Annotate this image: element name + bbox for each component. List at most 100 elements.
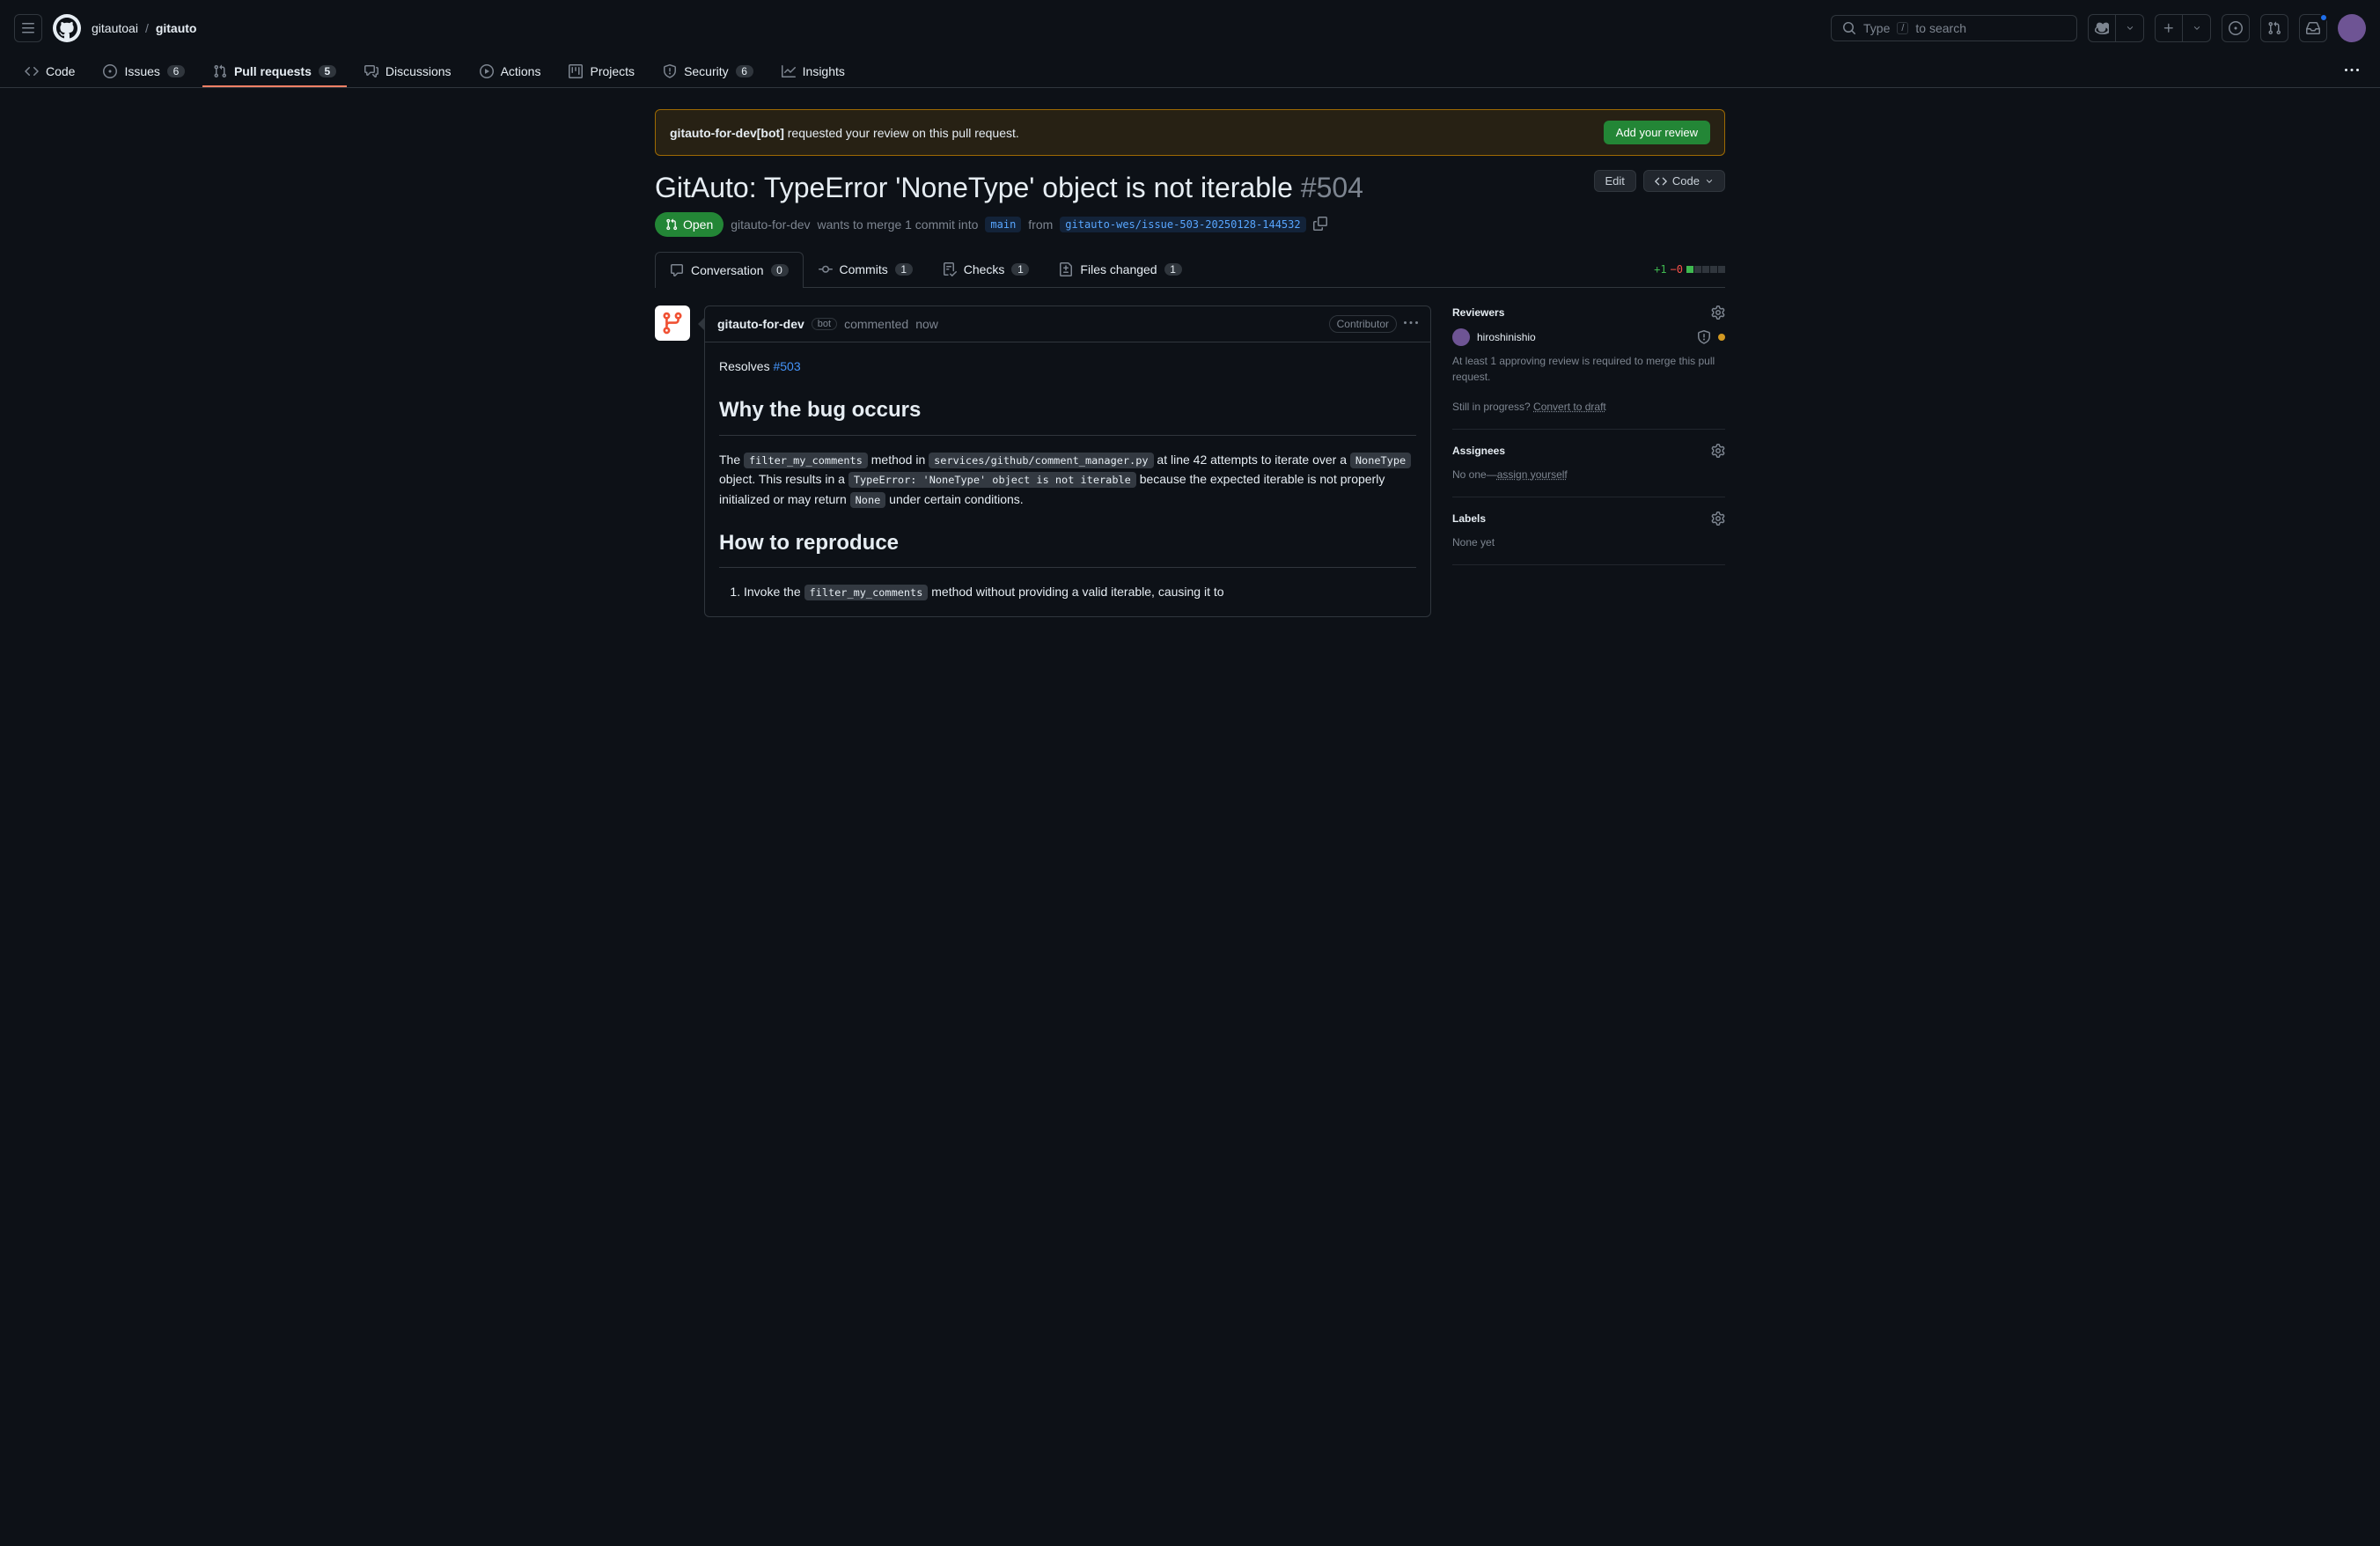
tab-insights[interactable]: Insights <box>771 57 856 87</box>
tab-pulls[interactable]: Pull requests 5 <box>202 57 347 87</box>
tab-discussions[interactable]: Discussions <box>354 57 462 87</box>
copy-icon[interactable] <box>1313 217 1327 233</box>
github-logo[interactable] <box>53 14 81 42</box>
add-review-button[interactable]: Add your review <box>1604 121 1710 144</box>
reviewer-name[interactable]: hiroshinishio <box>1477 331 1690 343</box>
pulls-button[interactable] <box>2260 14 2288 42</box>
comment-icon <box>670 263 684 277</box>
shield-icon[interactable] <box>1697 330 1711 344</box>
state-badge: Open <box>655 212 724 237</box>
base-branch[interactable]: main <box>985 217 1021 232</box>
edit-button[interactable]: Edit <box>1594 170 1636 192</box>
paragraph-why: The filter_my_comments method in service… <box>719 450 1416 509</box>
pr-number: #504 <box>1301 172 1363 203</box>
reviewers-head[interactable]: Reviewers <box>1452 306 1725 320</box>
issues-button[interactable] <box>2222 14 2250 42</box>
assignees-head[interactable]: Assignees <box>1452 444 1725 458</box>
tab-code[interactable]: Code <box>14 57 85 87</box>
create-dropdown[interactable] <box>2183 14 2211 42</box>
pr-author[interactable]: gitauto-for-dev <box>731 217 810 232</box>
search-placeholder-1: Type <box>1863 21 1890 35</box>
issues-count: 6 <box>167 65 185 77</box>
copilot-dropdown[interactable] <box>2116 14 2144 42</box>
tab-files[interactable]: Files changed 1 <box>1044 251 1196 287</box>
hamburger-menu[interactable] <box>14 14 42 42</box>
issue-icon <box>103 64 117 78</box>
user-avatar[interactable] <box>2338 14 2366 42</box>
gear-icon <box>1711 512 1725 526</box>
reviewer-row: hiroshinishio <box>1452 328 1725 346</box>
kebab-icon <box>1404 316 1418 330</box>
breadcrumb: gitautoai / gitauto <box>92 21 196 35</box>
pr-icon <box>213 64 227 78</box>
chevron-down-icon <box>2193 24 2201 33</box>
issue-icon <box>2229 21 2243 35</box>
repo-nav: Code Issues 6 Pull requests 5 Discussion… <box>0 56 2380 88</box>
play-icon <box>480 64 494 78</box>
labels-none: None yet <box>1452 534 1725 550</box>
tab-issues[interactable]: Issues 6 <box>92 57 195 87</box>
nav-overflow[interactable] <box>2338 56 2366 87</box>
assign-yourself-link[interactable]: assign yourself <box>1497 468 1568 481</box>
banner-msg: requested your review on this pull reque… <box>784 126 1019 140</box>
heading-how: How to reproduce <box>719 526 1416 568</box>
convert-draft-link[interactable]: Convert to draft <box>1533 401 1606 413</box>
kebab-icon <box>2345 63 2359 77</box>
notifications-button[interactable] <box>2299 14 2327 42</box>
labels-head[interactable]: Labels <box>1452 512 1725 526</box>
gear-icon <box>1711 306 1725 320</box>
code-icon <box>1655 175 1667 188</box>
comment-box: gitauto-for-dev bot commented now Contri… <box>704 306 1431 617</box>
assignees-none: No one—assign yourself <box>1452 467 1725 482</box>
discussion-icon <box>364 64 378 78</box>
diff-bar <box>1686 266 1725 273</box>
copilot-button[interactable] <box>2088 14 2116 42</box>
gear-icon <box>1711 444 1725 458</box>
repo-link[interactable]: gitauto <box>156 21 197 35</box>
bot-badge: bot <box>812 318 837 330</box>
reviewers-note: At least 1 approving review is required … <box>1452 353 1725 385</box>
tab-actions[interactable]: Actions <box>469 57 552 87</box>
pr-title: GitAuto: TypeError 'NoneType' object is … <box>655 170 1363 205</box>
tab-checks[interactable]: Checks 1 <box>928 251 1045 287</box>
labels-section: Labels None yet <box>1452 512 1725 565</box>
pr-tabs: Conversation 0 Commits 1 Checks 1 Files … <box>655 251 1725 288</box>
tab-projects[interactable]: Projects <box>558 57 645 87</box>
comment-author[interactable]: gitauto-for-dev <box>717 317 804 331</box>
code-icon <box>25 64 39 78</box>
review-banner: gitauto-for-dev[bot] requested your revi… <box>655 109 1725 156</box>
checklist-icon <box>943 262 957 276</box>
comment-action: commented <box>844 317 908 331</box>
comment-body: Resolves #503 Why the bug occurs The fil… <box>705 342 1430 616</box>
plus-icon <box>2163 22 2175 34</box>
search-placeholder-2: to search <box>1915 21 1966 35</box>
comment-time[interactable]: now <box>915 317 938 331</box>
assignees-section: Assignees No one—assign yourself <box>1452 444 1725 497</box>
comment-menu[interactable] <box>1404 316 1418 333</box>
create-button[interactable] <box>2155 14 2183 42</box>
security-count: 6 <box>736 65 753 77</box>
merge-text: wants to merge 1 commit into <box>818 217 979 232</box>
chevron-down-icon <box>1705 177 1714 186</box>
pulls-count: 5 <box>319 65 336 77</box>
search-slash: / <box>1897 22 1908 34</box>
search-input[interactable]: Type / to search <box>1831 15 2077 41</box>
comment-avatar[interactable] <box>655 306 690 341</box>
search-icon <box>1842 21 1856 35</box>
project-icon <box>569 64 583 78</box>
from-text: from <box>1028 217 1053 232</box>
merge-info: Open gitauto-for-dev wants to merge 1 co… <box>655 212 1725 237</box>
pr-icon <box>2267 21 2281 35</box>
org-link[interactable]: gitautoai <box>92 21 138 35</box>
resolves-link[interactable]: #503 <box>773 359 800 373</box>
chevron-down-icon <box>2126 24 2134 33</box>
tab-security[interactable]: Security 6 <box>652 57 764 87</box>
reviewers-section: Reviewers hiroshinishio At least 1 appro… <box>1452 306 1725 430</box>
branch-icon <box>660 311 685 335</box>
tab-commits[interactable]: Commits 1 <box>804 251 928 287</box>
reviewer-avatar[interactable] <box>1452 328 1470 346</box>
tab-conversation[interactable]: Conversation 0 <box>655 252 804 288</box>
code-button[interactable]: Code <box>1643 170 1725 192</box>
head-branch[interactable]: gitauto-wes/issue-503-20250128-144532 <box>1060 217 1305 232</box>
breadcrumb-sep: / <box>145 21 149 35</box>
